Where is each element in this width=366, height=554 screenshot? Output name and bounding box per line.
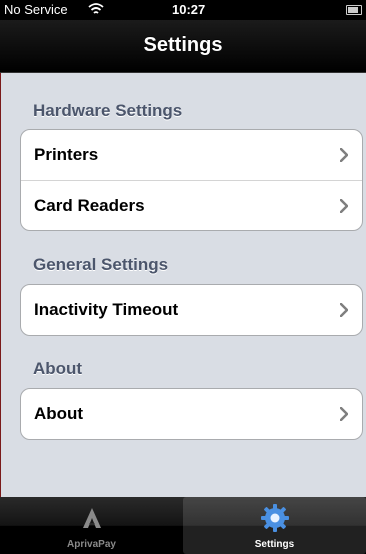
gear-icon <box>260 503 290 533</box>
page-title: Settings <box>143 34 223 56</box>
row-label: About <box>34 404 84 423</box>
tab-settings[interactable]: Settings <box>183 497 366 554</box>
group-about: About <box>20 388 363 440</box>
row-label: Inactivity Timeout <box>34 300 179 319</box>
group-hardware: Printers Card Readers <box>20 129 363 231</box>
row-about[interactable]: About <box>21 389 362 439</box>
battery-icon <box>346 5 362 15</box>
section-header-hardware: Hardware Settings <box>33 101 183 120</box>
tab-aprivapay[interactable]: AprivaPay <box>0 497 183 554</box>
tab-label: Settings <box>254 539 295 550</box>
chevron-right-icon <box>339 198 349 214</box>
row-label: Printers <box>34 145 99 164</box>
group-general: Inactivity Timeout <box>20 284 363 336</box>
settings-content: Hardware Settings Printers Card Readers … <box>0 73 366 497</box>
status-time: 10:27 <box>172 2 206 17</box>
row-label: Card Readers <box>34 196 145 215</box>
carrier-label: No Service <box>4 2 68 17</box>
row-inactivity-timeout[interactable]: Inactivity Timeout <box>21 285 362 335</box>
row-printers[interactable]: Printers <box>21 130 362 180</box>
row-card-readers[interactable]: Card Readers <box>21 180 362 230</box>
section-header-general: General Settings <box>33 255 169 274</box>
wifi-icon <box>88 1 104 17</box>
navigation-bar: Settings <box>0 20 366 73</box>
chevron-right-icon <box>339 406 349 422</box>
apriva-logo-icon <box>77 503 107 533</box>
tab-bar: AprivaPay Settings <box>0 497 366 554</box>
status-bar: No Service 10:27 <box>0 0 366 20</box>
chevron-right-icon <box>339 302 349 318</box>
chevron-right-icon <box>339 147 349 163</box>
tab-label: AprivaPay <box>67 539 116 550</box>
section-header-about: About <box>33 359 83 378</box>
